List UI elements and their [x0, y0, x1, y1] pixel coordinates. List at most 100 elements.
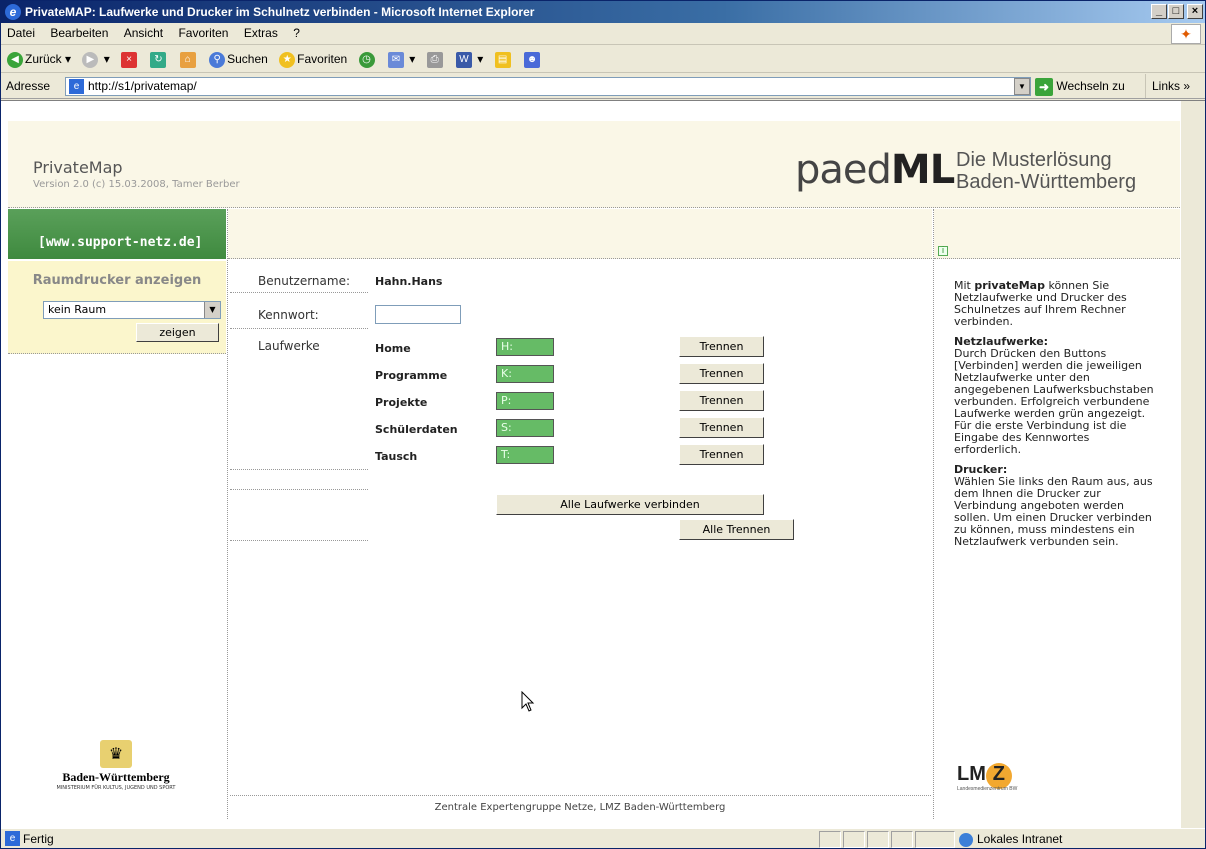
menu-help[interactable]: ?: [287, 26, 306, 40]
menu-datei[interactable]: Datei: [1, 26, 41, 40]
divider: [230, 795, 931, 796]
connect-all-button[interactable]: Alle Laufwerke verbinden: [496, 494, 764, 515]
messenger-button[interactable]: ☻: [520, 46, 546, 70]
messenger-icon: ☻: [523, 51, 540, 68]
status-pane: [843, 831, 865, 848]
trennen-button-projekte[interactable]: Trennen: [679, 390, 764, 411]
links-button[interactable]: Links »: [1145, 74, 1190, 98]
menu-extras[interactable]: Extras: [238, 26, 284, 40]
left-column: [www.support-netz.de] Raumdrucker anzeig…: [8, 209, 226, 809]
history-button[interactable]: ◷: [355, 46, 381, 70]
status-pane: [915, 831, 955, 848]
home-button[interactable]: ⌂: [176, 46, 202, 70]
divider: [230, 469, 368, 470]
drive-letter-schuelerdaten: S:: [496, 419, 554, 437]
go-arrow-icon: ➜: [1035, 77, 1053, 96]
drive-letter-home: H:: [496, 338, 554, 356]
page-viewport: PrivateMap Version 2.0 (c) 15.03.2008, T…: [1, 100, 1205, 828]
close-button[interactable]: ×: [1187, 4, 1203, 19]
lmz-sub: Landesmedienzentrum BW: [957, 786, 1018, 792]
minimize-button[interactable]: _: [1151, 4, 1167, 19]
back-arrow-icon: ◀: [7, 51, 23, 68]
history-icon: ◷: [358, 51, 375, 68]
discuss-button[interactable]: ▤: [491, 46, 517, 70]
drive-name-schuelerdaten: Schülerdaten: [375, 423, 458, 436]
tagline-line1: Die Musterlösung: [956, 149, 1112, 171]
go-button[interactable]: ➜ Wechseln zu: [1035, 74, 1125, 98]
password-label: Kennwort:: [258, 308, 319, 322]
bw-ministry: MINISTERIUM FÜR KULTUS, JUGEND UND SPORT: [56, 785, 176, 791]
print-button[interactable]: ⎙: [423, 46, 449, 70]
baden-wuerttemberg-logo: ♛ Baden-Württemberg MINISTERIUM FÜR KULT…: [36, 740, 196, 791]
room-select[interactable]: kein Raum ▼: [43, 301, 221, 319]
menu-favoriten[interactable]: Favoriten: [172, 26, 234, 40]
search-button[interactable]: ⚲ Suchen: [205, 46, 272, 70]
back-button[interactable]: ◀ Zurück ▾: [3, 46, 75, 70]
vertical-scrollbar[interactable]: [1181, 101, 1205, 828]
security-zone: Lokales Intranet: [959, 829, 1062, 849]
favorites-button[interactable]: ★ Favoriten: [275, 46, 351, 70]
stop-icon: ×: [121, 51, 138, 68]
forward-button[interactable]: ▶ ▾: [78, 46, 113, 70]
drive-name-projekte: Projekte: [375, 396, 428, 409]
address-input[interactable]: e http://s1/privatemap/: [65, 77, 1031, 96]
favorites-label: Favoriten: [297, 52, 348, 66]
trennen-button-tausch[interactable]: Trennen: [679, 444, 764, 465]
browser-window: e PrivateMAP: Laufwerke und Drucker im S…: [0, 0, 1206, 849]
forward-arrow-icon: ▶: [82, 51, 99, 68]
refresh-icon: ↻: [150, 51, 167, 68]
drive-letter-programme: K:: [496, 365, 554, 383]
page-header: PrivateMap Version 2.0 (c) 15.03.2008, T…: [8, 121, 1180, 208]
bw-name: Baden-Württemberg: [62, 770, 170, 784]
trennen-button-schuelerdaten[interactable]: Trennen: [679, 417, 764, 438]
brand-bold: ML: [890, 147, 955, 193]
home-icon: ⌂: [179, 51, 196, 68]
right-header-band: [934, 209, 1180, 259]
refresh-button[interactable]: ↻: [146, 46, 172, 70]
raumdrucker-panel: Raumdrucker anzeigen kein Raum ▼ zeigen: [8, 261, 226, 354]
divider: [933, 209, 934, 819]
username-value: Hahn.Hans: [375, 275, 443, 288]
disconnect-all-button[interactable]: Alle Trennen: [679, 519, 794, 540]
ie-icon: e: [5, 4, 21, 20]
chevron-down-icon[interactable]: ▼: [204, 302, 220, 318]
info-intro: Mit privateMap können Sie Netzlaufwerke …: [954, 280, 1154, 328]
search-label: Suchen: [227, 52, 268, 66]
trennen-button-home[interactable]: Trennen: [679, 336, 764, 357]
app-name: PrivateMap: [33, 158, 123, 177]
status-bar: e Fertig Lokales Intranet: [1, 828, 1205, 848]
drive-name-home: Home: [375, 342, 411, 355]
printer-icon: ⎙: [426, 51, 443, 68]
footer-text: Zentrale Expertengruppe Netze, LMZ Baden…: [434, 802, 726, 813]
divider: [227, 209, 228, 819]
password-field[interactable]: [375, 305, 461, 324]
paedml-logo: paedML: [795, 147, 955, 193]
support-netz-link[interactable]: [www.support-netz.de]: [8, 209, 226, 259]
trennen-button-programme[interactable]: Trennen: [679, 363, 764, 384]
mail-button[interactable]: ✉ ▾: [384, 46, 419, 70]
menu-bearbeiten[interactable]: Bearbeiten: [44, 26, 114, 40]
version-text: Version 2.0 (c) 15.03.2008, Tamer Berber: [33, 179, 240, 190]
drive-letter-projekte: P:: [496, 392, 554, 410]
address-label: Adresse: [6, 79, 51, 93]
maximize-button[interactable]: □: [1168, 4, 1184, 19]
back-label: Zurück: [25, 52, 62, 66]
zeigen-button[interactable]: zeigen: [136, 323, 219, 342]
toolbar: ◀ Zurück ▾ ▶ ▾ × ↻ ⌂ ⚲ Suchen ★ Favoriten ◷…: [1, 46, 1205, 73]
raumdrucker-title: Raumdrucker anzeigen: [32, 273, 202, 288]
address-dropdown-button[interactable]: ▼: [1014, 78, 1030, 95]
username-label: Benutzername:: [258, 274, 351, 288]
intranet-icon: [959, 832, 973, 847]
title-bar[interactable]: e PrivateMAP: Laufwerke und Drucker im S…: [1, 1, 1205, 23]
menu-ansicht[interactable]: Ansicht: [118, 26, 169, 40]
coat-of-arms-icon: ♛: [100, 740, 132, 768]
info-icon: i: [938, 246, 948, 256]
tagline-line2: Baden-Württemberg: [956, 171, 1137, 193]
drive-name-programme: Programme: [375, 369, 448, 382]
edit-button[interactable]: W ▾: [452, 46, 487, 70]
status-pane: [891, 831, 913, 848]
info-panel: Mit privateMap können Sie Netzlaufwerke …: [954, 260, 1154, 548]
drives-label: Laufwerke: [258, 339, 320, 353]
stop-button[interactable]: ×: [117, 46, 143, 70]
page-icon: e: [69, 79, 84, 94]
